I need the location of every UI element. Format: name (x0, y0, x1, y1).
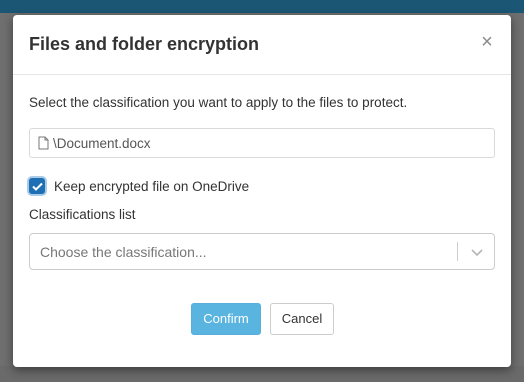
file-path-field: \Document.docx (29, 128, 495, 158)
instruction-text: Select the classification you want to ap… (29, 95, 408, 110)
modal-backdrop (0, 366, 524, 382)
close-icon: × (481, 31, 493, 53)
dialog-title: Files and folder encryption (29, 34, 260, 54)
classification-placeholder: Choose the classification... (40, 244, 207, 260)
encryption-dialog: Files and folder encryption × Select the… (13, 15, 511, 367)
file-icon (38, 136, 49, 150)
dialog-header: Files and folder encryption × (13, 15, 511, 75)
chevron-down-icon[interactable] (470, 245, 484, 259)
checkmark-icon (31, 182, 43, 191)
classification-select[interactable]: Choose the classification... (29, 233, 495, 270)
app-header-bar (0, 0, 524, 13)
keep-encrypted-checkbox[interactable] (29, 178, 45, 194)
keep-encrypted-option: Keep encrypted file on OneDrive (29, 176, 249, 196)
file-name: \Document.docx (53, 135, 151, 151)
close-button[interactable]: × (477, 31, 497, 53)
keep-encrypted-label[interactable]: Keep encrypted file on OneDrive (54, 179, 249, 194)
cancel-button[interactable]: Cancel (270, 303, 334, 335)
classifications-list-label: Classifications list (29, 207, 136, 222)
select-separator (457, 242, 458, 261)
confirm-button[interactable]: Confirm (191, 303, 261, 335)
